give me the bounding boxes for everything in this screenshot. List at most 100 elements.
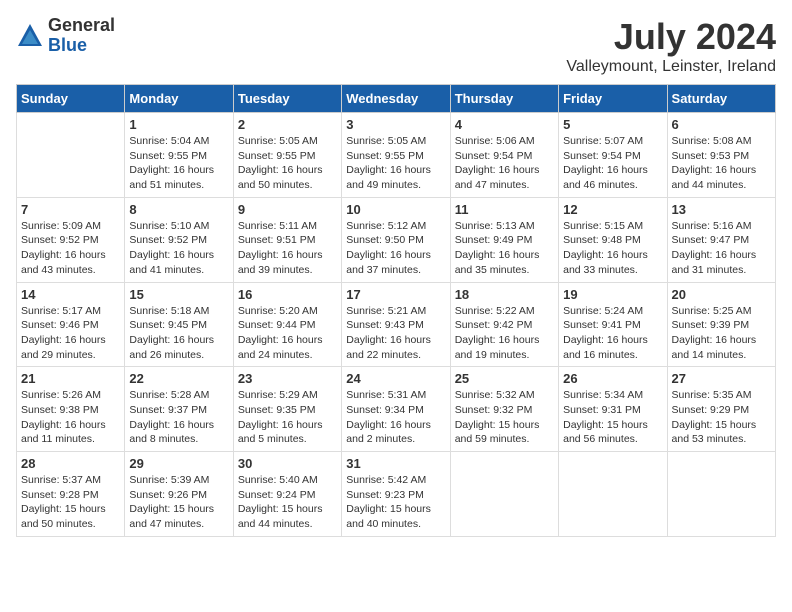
day-info: Sunrise: 5:21 AM Sunset: 9:43 PM Dayligh… — [346, 304, 445, 363]
calendar-cell: 6 Sunrise: 5:08 AM Sunset: 9:53 PM Daylig… — [667, 113, 775, 198]
calendar-cell: 26 Sunrise: 5:34 AM Sunset: 9:31 PM Dayli… — [559, 367, 667, 452]
calendar-body: 1Sunrise: 5:04 AM Sunset: 9:55 PM Daylig… — [17, 113, 776, 537]
day-info: Sunrise: 5:10 AM Sunset: 9:52 PM Dayligh… — [129, 219, 228, 278]
day-number: 3 — [346, 117, 445, 132]
calendar-cell: 5Sunrise: 5:07 AM Sunset: 9:54 PM Daylig… — [559, 113, 667, 198]
day-number: 12 — [563, 202, 662, 217]
week-row-4: 28Sunrise: 5:37 AM Sunset: 9:28 PM Dayli… — [17, 452, 776, 537]
day-info: Sunrise: 5:37 AM Sunset: 9:28 PM Dayligh… — [21, 473, 120, 532]
calendar-cell: 29 Sunrise: 5:39 AM Sunset: 9:26 PM Dayli… — [125, 452, 233, 537]
calendar-cell: 2 Sunrise: 5:05 AM Sunset: 9:55 PM Daylig… — [233, 113, 341, 198]
day-number: 26 — [563, 371, 662, 386]
week-row-2: 14Sunrise: 5:17 AM Sunset: 9:46 PM Dayli… — [17, 282, 776, 367]
day-info: Sunrise: 5:09 AM Sunset: 9:52 PM Dayligh… — [21, 219, 120, 278]
day-number: 25 — [455, 371, 554, 386]
header-row: SundayMondayTuesdayWednesdayThursdayFrid… — [17, 85, 776, 113]
day-number: 15 — [129, 287, 228, 302]
day-number: 30 — [238, 456, 337, 471]
day-info: Sunrise: 5:12 AM Sunset: 9:50 PM Dayligh… — [346, 219, 445, 278]
logo: General Blue — [16, 16, 115, 56]
calendar-cell: 9 Sunrise: 5:11 AM Sunset: 9:51 PM Daylig… — [233, 197, 341, 282]
calendar-cell: 28Sunrise: 5:37 AM Sunset: 9:28 PM Dayli… — [17, 452, 125, 537]
calendar-cell: 3 Sunrise: 5:05 AM Sunset: 9:55 PM Daylig… — [342, 113, 450, 198]
day-info: Sunrise: 5:34 AM Sunset: 9:31 PM Dayligh… — [563, 388, 662, 447]
calendar-cell: 17 Sunrise: 5:21 AM Sunset: 9:43 PM Dayli… — [342, 282, 450, 367]
day-info: Sunrise: 5:13 AM Sunset: 9:49 PM Dayligh… — [455, 219, 554, 278]
calendar-cell: 13 Sunrise: 5:16 AM Sunset: 9:47 PM Dayli… — [667, 197, 775, 282]
week-row-3: 21Sunrise: 5:26 AM Sunset: 9:38 PM Dayli… — [17, 367, 776, 452]
day-info: Sunrise: 5:04 AM Sunset: 9:55 PM Dayligh… — [129, 134, 228, 193]
day-info: Sunrise: 5:11 AM Sunset: 9:51 PM Dayligh… — [238, 219, 337, 278]
logo-general: General — [48, 16, 115, 36]
calendar-cell: 12 Sunrise: 5:15 AM Sunset: 9:48 PM Dayli… — [559, 197, 667, 282]
day-number: 2 — [238, 117, 337, 132]
calendar-cell: 31Sunrise: 5:42 AM Sunset: 9:23 PM Dayli… — [342, 452, 450, 537]
day-number: 10 — [346, 202, 445, 217]
day-info: Sunrise: 5:20 AM Sunset: 9:44 PM Dayligh… — [238, 304, 337, 363]
calendar-cell: 27 Sunrise: 5:35 AM Sunset: 9:29 PM Dayli… — [667, 367, 775, 452]
header-day-thursday: Thursday — [450, 85, 558, 113]
day-number: 16 — [238, 287, 337, 302]
calendar-cell — [17, 113, 125, 198]
location: Valleymount, Leinster, Ireland — [566, 58, 776, 76]
day-info: Sunrise: 5:05 AM Sunset: 9:55 PM Dayligh… — [238, 134, 337, 193]
header-day-monday: Monday — [125, 85, 233, 113]
day-number: 27 — [672, 371, 771, 386]
calendar-cell: 11 Sunrise: 5:13 AM Sunset: 9:49 PM Dayli… — [450, 197, 558, 282]
calendar-cell: 30 Sunrise: 5:40 AM Sunset: 9:24 PM Dayli… — [233, 452, 341, 537]
header: General Blue July 2024 Valleymount, Lein… — [16, 16, 776, 76]
day-info: Sunrise: 5:16 AM Sunset: 9:47 PM Dayligh… — [672, 219, 771, 278]
day-number: 9 — [238, 202, 337, 217]
day-info: Sunrise: 5:29 AM Sunset: 9:35 PM Dayligh… — [238, 388, 337, 447]
calendar-cell: 1Sunrise: 5:04 AM Sunset: 9:55 PM Daylig… — [125, 113, 233, 198]
calendar-cell: 8Sunrise: 5:10 AM Sunset: 9:52 PM Daylig… — [125, 197, 233, 282]
day-info: Sunrise: 5:25 AM Sunset: 9:39 PM Dayligh… — [672, 304, 771, 363]
day-info: Sunrise: 5:06 AM Sunset: 9:54 PM Dayligh… — [455, 134, 554, 193]
day-info: Sunrise: 5:40 AM Sunset: 9:24 PM Dayligh… — [238, 473, 337, 532]
header-day-tuesday: Tuesday — [233, 85, 341, 113]
header-day-saturday: Saturday — [667, 85, 775, 113]
day-info: Sunrise: 5:05 AM Sunset: 9:55 PM Dayligh… — [346, 134, 445, 193]
header-day-wednesday: Wednesday — [342, 85, 450, 113]
calendar-cell — [450, 452, 558, 537]
header-day-friday: Friday — [559, 85, 667, 113]
day-info: Sunrise: 5:39 AM Sunset: 9:26 PM Dayligh… — [129, 473, 228, 532]
calendar-cell: 25 Sunrise: 5:32 AM Sunset: 9:32 PM Dayli… — [450, 367, 558, 452]
day-number: 31 — [346, 456, 445, 471]
day-number: 19 — [563, 287, 662, 302]
day-info: Sunrise: 5:24 AM Sunset: 9:41 PM Dayligh… — [563, 304, 662, 363]
title-area: July 2024 Valleymount, Leinster, Ireland — [566, 16, 776, 76]
day-number: 24 — [346, 371, 445, 386]
day-info: Sunrise: 5:15 AM Sunset: 9:48 PM Dayligh… — [563, 219, 662, 278]
day-info: Sunrise: 5:35 AM Sunset: 9:29 PM Dayligh… — [672, 388, 771, 447]
calendar-cell — [559, 452, 667, 537]
day-info: Sunrise: 5:22 AM Sunset: 9:42 PM Dayligh… — [455, 304, 554, 363]
week-row-1: 7 Sunrise: 5:09 AM Sunset: 9:52 PM Daylig… — [17, 197, 776, 282]
calendar-cell: 23 Sunrise: 5:29 AM Sunset: 9:35 PM Dayli… — [233, 367, 341, 452]
calendar-cell: 22 Sunrise: 5:28 AM Sunset: 9:37 PM Dayli… — [125, 367, 233, 452]
calendar-header: SundayMondayTuesdayWednesdayThursdayFrid… — [17, 85, 776, 113]
day-info: Sunrise: 5:08 AM Sunset: 9:53 PM Dayligh… — [672, 134, 771, 193]
day-info: Sunrise: 5:18 AM Sunset: 9:45 PM Dayligh… — [129, 304, 228, 363]
day-number: 4 — [455, 117, 554, 132]
day-info: Sunrise: 5:32 AM Sunset: 9:32 PM Dayligh… — [455, 388, 554, 447]
day-number: 23 — [238, 371, 337, 386]
calendar-cell: 21Sunrise: 5:26 AM Sunset: 9:38 PM Dayli… — [17, 367, 125, 452]
calendar-cell: 19 Sunrise: 5:24 AM Sunset: 9:41 PM Dayli… — [559, 282, 667, 367]
day-number: 7 — [21, 202, 120, 217]
day-number: 11 — [455, 202, 554, 217]
day-number: 17 — [346, 287, 445, 302]
logo-blue: Blue — [48, 36, 115, 56]
day-info: Sunrise: 5:28 AM Sunset: 9:37 PM Dayligh… — [129, 388, 228, 447]
day-number: 29 — [129, 456, 228, 471]
week-row-0: 1Sunrise: 5:04 AM Sunset: 9:55 PM Daylig… — [17, 113, 776, 198]
day-info: Sunrise: 5:17 AM Sunset: 9:46 PM Dayligh… — [21, 304, 120, 363]
day-number: 20 — [672, 287, 771, 302]
day-number: 22 — [129, 371, 228, 386]
calendar-cell: 4 Sunrise: 5:06 AM Sunset: 9:54 PM Daylig… — [450, 113, 558, 198]
day-number: 13 — [672, 202, 771, 217]
day-number: 5 — [563, 117, 662, 132]
logo-icon — [16, 22, 44, 50]
day-number: 6 — [672, 117, 771, 132]
month-title: July 2024 — [566, 16, 776, 58]
